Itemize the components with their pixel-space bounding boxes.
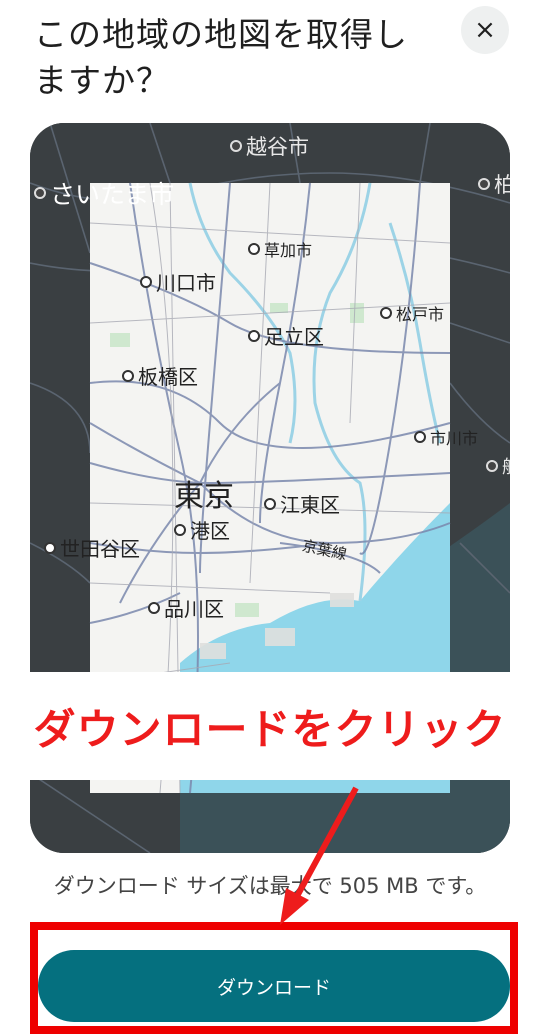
map-label-koto: 江東区 bbox=[264, 489, 340, 518]
annotation-text: ダウンロードをクリック bbox=[33, 704, 507, 754]
map-label-soka: 草加市 bbox=[248, 237, 312, 261]
map-label-funabashi: 船 bbox=[486, 453, 510, 479]
dialog-title: この地域の地図を取得しますか？ bbox=[34, 15, 408, 100]
close-button[interactable]: × bbox=[461, 6, 509, 54]
close-icon: × bbox=[474, 15, 496, 45]
map-label-ichikawa: 市川市 bbox=[414, 425, 478, 449]
map-label-tokyo: 東京 bbox=[174, 479, 234, 514]
map-label-kawaguchi: 川口市 bbox=[140, 267, 216, 296]
download-button-label: ダウンロード bbox=[216, 976, 331, 999]
map-label-itabashi: 板橋区 bbox=[122, 361, 198, 390]
map-label-kashiwa: 柏 bbox=[478, 169, 510, 199]
map-label-koshigaya: 越谷市 bbox=[230, 131, 309, 161]
map-label-minato: 港区 bbox=[174, 515, 230, 544]
annotation-banner: ダウンロードをクリック bbox=[0, 672, 540, 780]
download-size-text: ダウンロード サイズは最大で 505 MB です。 bbox=[53, 874, 487, 898]
map-label-matsudo: 松戸市 bbox=[380, 301, 444, 325]
download-button[interactable]: ダウンロード bbox=[38, 950, 510, 1022]
map-label-adachi: 足立区 bbox=[248, 321, 324, 350]
map-label-setagaya: 世田谷区 bbox=[44, 533, 140, 562]
map-label-shinagawa: 品川区 bbox=[148, 593, 224, 622]
map-label-saitama: さいたま市 bbox=[34, 175, 174, 211]
